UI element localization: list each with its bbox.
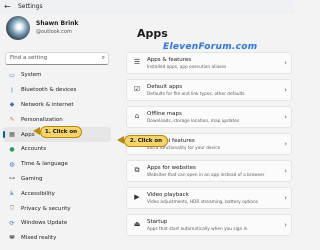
callout-2: 2. Click on <box>124 135 168 147</box>
globe-clock-icon: ◍ <box>9 160 15 168</box>
card-default-apps[interactable]: ☑ Default apps Defaults for file and lin… <box>126 79 292 101</box>
chevron-right-icon: › <box>284 221 287 229</box>
sidebar-item-privacy-security[interactable]: ⛉ Privacy & security <box>3 201 111 216</box>
user-name: Shawn Brink <box>36 20 79 27</box>
chevron-right-icon: › <box>284 59 287 67</box>
apps-list-icon: ☰ <box>133 58 141 66</box>
sidebar-item-accessibility[interactable]: ♿ Accessibility <box>3 186 111 201</box>
card-offline-maps[interactable]: ⌂ Offline maps Downloads, storage locati… <box>126 106 292 128</box>
chevron-right-icon: › <box>284 167 287 175</box>
sidebar-item-system[interactable]: ▭ System <box>3 68 111 83</box>
headset-icon: ◚ <box>9 234 15 242</box>
search-input[interactable]: Find a setting <box>10 55 47 61</box>
wifi-icon: ◆ <box>9 101 15 109</box>
map-icon: ⌂ <box>134 112 140 120</box>
sidebar-item-network-internet[interactable]: ◆ Network & internet <box>3 98 111 113</box>
chevron-right-icon: › <box>284 113 287 121</box>
sidebar-item-gaming[interactable]: ⊶ Gaming <box>3 172 111 187</box>
user-email: @outlook.com <box>36 29 72 35</box>
user-profile[interactable]: Shawn Brink @outlook.com <box>6 16 116 52</box>
sidebar-item-personalization[interactable]: ✎ Personalization <box>3 112 111 127</box>
sidebar-item-bluetooth-devices[interactable]: ᛒ Bluetooth & devices <box>3 83 111 98</box>
sidebar-item-windows-update[interactable]: ⟳ Windows Update <box>3 216 111 231</box>
callout-1: 1. Click on <box>40 126 82 138</box>
sidebar-nav: ▭ System ᛒ Bluetooth & devices ◆ Network… <box>3 68 111 246</box>
apps-icon: ▦ <box>9 131 15 139</box>
card-apps-features[interactable]: ☰ Apps & features Installed apps, app ex… <box>126 52 292 74</box>
person-icon: ● <box>9 145 15 153</box>
accessibility-icon: ♿ <box>9 190 15 198</box>
link-window-icon: ⧉ <box>134 166 140 174</box>
gamepad-icon: ⊶ <box>9 175 15 183</box>
card-video-playback[interactable]: ▶ Video playback Video adjustments, HDR … <box>126 187 292 209</box>
back-arrow-icon[interactable]: ← <box>4 2 11 11</box>
avatar <box>6 16 30 40</box>
card-startup[interactable]: ⏏ Startup Apps that start automatically … <box>126 214 292 236</box>
chevron-right-icon: › <box>284 140 287 148</box>
video-icon: ▶ <box>134 193 140 201</box>
default-apps-icon: ☑ <box>133 85 141 93</box>
update-icon: ⟳ <box>9 219 15 227</box>
callout-1-arrow <box>33 127 40 135</box>
chevron-right-icon: › <box>284 86 287 94</box>
startup-icon: ⏏ <box>133 220 141 228</box>
bluetooth-icon: ᛒ <box>10 86 14 94</box>
search-icon[interactable]: ⌕ <box>102 54 105 62</box>
window-title: Settings <box>18 3 43 10</box>
brush-icon: ✎ <box>9 116 15 124</box>
search-box[interactable]: Find a setting ⌕ <box>5 52 109 65</box>
sidebar-item-time-language[interactable]: ◍ Time & language <box>3 157 111 172</box>
page-title: Apps <box>137 27 168 40</box>
card-apps-for-websites[interactable]: ⧉ Apps for websites Websites that can op… <box>126 160 292 182</box>
sidebar-item-accounts[interactable]: ● Accounts <box>3 142 111 157</box>
sidebar-item-mixed-reality[interactable]: ◚ Mixed reality <box>3 231 111 246</box>
main-content: Apps ElevenForum.com ☰ Apps & features I… <box>118 0 295 250</box>
chevron-right-icon: › <box>284 194 287 202</box>
callout-2-arrow <box>117 136 124 144</box>
monitor-icon: ▭ <box>9 71 15 79</box>
shield-icon: ⛉ <box>9 204 15 212</box>
watermark: ElevenForum.com <box>163 42 258 52</box>
